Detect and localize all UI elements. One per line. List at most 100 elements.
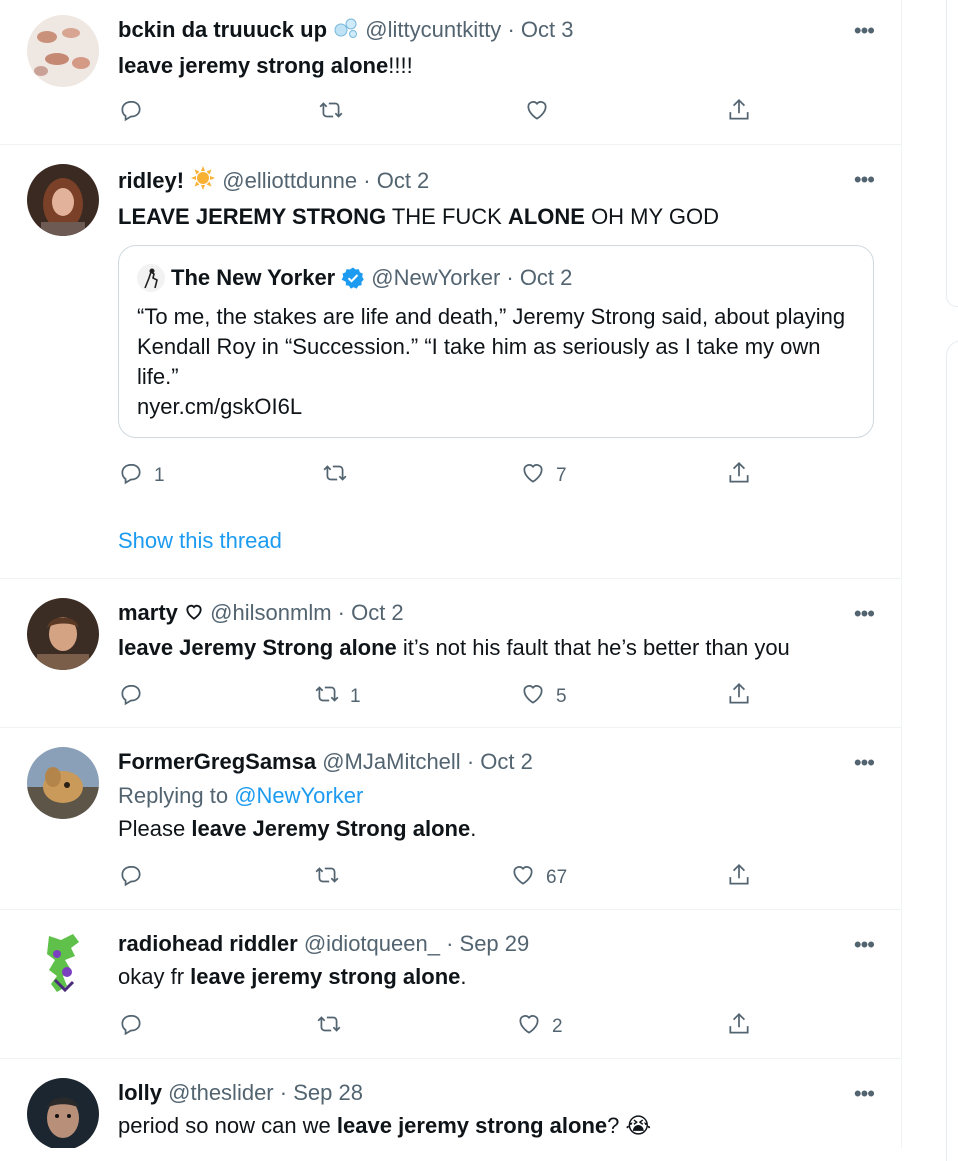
display-name[interactable]: FormerGregSamsa	[118, 749, 316, 774]
reply-count: 1	[154, 465, 165, 486]
verified-badge-icon	[341, 266, 365, 290]
avatar[interactable]	[27, 164, 99, 236]
tweet[interactable]: radiohead riddler @idiotqueen_ · Sep 29 …	[0, 910, 902, 1058]
reply-icon	[118, 460, 144, 492]
tweet[interactable]: marty @hilsonmlm · Oct 2 leave Jeremy St…	[0, 579, 902, 727]
more-options-button[interactable]: •••	[854, 18, 875, 44]
handle[interactable]: @littycuntkitty	[365, 17, 501, 42]
like-button[interactable]: 7	[520, 460, 567, 492]
more-options-button[interactable]: •••	[854, 167, 875, 193]
sidebar-card	[946, 340, 958, 1161]
timestamp[interactable]: · Oct 2	[363, 168, 429, 193]
tweet-text: Please leave Jeremy Strong alone.	[118, 816, 477, 841]
handle[interactable]: @elliottdunne	[222, 168, 357, 193]
tweet-text: okay fr leave jeremy strong alone.	[118, 964, 467, 989]
reply-button[interactable]	[118, 681, 154, 713]
quote-avatar[interactable]	[137, 264, 165, 292]
tweet-actions: 67	[118, 862, 758, 890]
sidebar-card	[946, 0, 958, 307]
retweet-icon	[322, 460, 348, 492]
quote-timestamp[interactable]: · Oct 2	[506, 264, 572, 292]
replying-to-link[interactable]: @NewYorker	[234, 783, 363, 808]
tweet-text: leave jeremy strong alone!!!!	[118, 53, 413, 78]
bubbles-emoji-icon	[333, 16, 359, 47]
like-button[interactable]: 2	[516, 1011, 563, 1043]
avatar[interactable]	[27, 1078, 99, 1148]
retweet-button[interactable]	[314, 862, 350, 894]
reply-button[interactable]: 1	[118, 460, 165, 492]
handle[interactable]: @idiotqueen_	[304, 931, 440, 956]
more-options-button[interactable]: •••	[854, 1081, 875, 1107]
retweet-icon	[318, 97, 344, 129]
reply-icon	[118, 862, 144, 894]
tweet-actions	[118, 97, 758, 125]
timestamp[interactable]: · Sep 29	[446, 931, 529, 956]
quote-link[interactable]: nyer.cm/gskOI6L	[137, 392, 847, 422]
reply-button[interactable]	[118, 862, 154, 894]
reply-icon	[118, 681, 144, 713]
like-icon	[516, 1011, 542, 1043]
tweet-actions: 2	[118, 1011, 758, 1039]
share-button[interactable]	[726, 862, 752, 894]
tweet[interactable]: bckin da truuuck up @littycuntkitty · Oc…	[0, 0, 902, 144]
handle[interactable]: @theslider	[168, 1080, 274, 1105]
quote-text: “To me, the stakes are life and death,” …	[137, 302, 847, 422]
retweet-icon	[316, 1011, 342, 1043]
like-icon	[520, 460, 546, 492]
avatar[interactable]	[27, 928, 99, 1000]
share-button[interactable]	[726, 681, 752, 713]
tweet[interactable]: lolly @theslider · Sep 28 period so now …	[0, 1059, 902, 1148]
timestamp[interactable]: · Oct 2	[467, 749, 533, 774]
like-icon	[510, 862, 536, 894]
retweet-icon	[314, 862, 340, 894]
display-name[interactable]: ridley!	[118, 168, 184, 193]
like-icon	[524, 97, 550, 129]
reply-icon	[118, 1011, 144, 1043]
sun-emoji-icon	[190, 165, 216, 198]
reply-button[interactable]	[118, 97, 154, 129]
retweet-button[interactable]	[318, 97, 354, 129]
retweet-button[interactable]	[316, 1011, 352, 1043]
timeline-feed: bckin da truuuck up @littycuntkitty · Oc…	[0, 0, 902, 1148]
display-name[interactable]: bckin da truuuck up	[118, 17, 327, 42]
share-button[interactable]	[726, 1011, 752, 1043]
tweet-text: LEAVE JEREMY STRONG THE FUCK ALONE OH MY…	[118, 204, 720, 229]
timestamp[interactable]: · Oct 3	[507, 17, 573, 42]
retweet-button[interactable]	[322, 460, 358, 492]
quote-handle[interactable]: @NewYorker	[371, 264, 500, 292]
avatar[interactable]	[27, 747, 99, 819]
more-options-button[interactable]: •••	[854, 750, 875, 776]
avatar[interactable]	[27, 15, 99, 87]
quoted-tweet[interactable]: The New Yorker @NewYorker · Oct 2 “To me…	[118, 245, 874, 438]
avatar[interactable]	[27, 598, 99, 670]
like-button[interactable]: 67	[510, 862, 567, 894]
display-name[interactable]: marty	[118, 600, 178, 625]
heart-emoji-icon	[184, 601, 204, 629]
display-name[interactable]: radiohead riddler	[118, 931, 298, 956]
reply-icon	[118, 97, 144, 129]
quote-display-name[interactable]: The New Yorker	[171, 264, 335, 292]
like-button[interactable]: 5	[520, 681, 567, 713]
handle[interactable]: @hilsonmlm	[210, 600, 331, 625]
timestamp[interactable]: · Sep 28	[280, 1080, 363, 1105]
reply-button[interactable]	[118, 1011, 154, 1043]
more-options-button[interactable]: •••	[854, 601, 875, 627]
share-icon	[726, 681, 752, 713]
more-options-button[interactable]: •••	[854, 932, 875, 958]
timestamp[interactable]: · Oct 2	[338, 600, 404, 625]
share-button[interactable]	[726, 460, 752, 492]
handle[interactable]: @MJaMitchell	[322, 749, 460, 774]
tweet[interactable]: FormerGregSamsa @MJaMitchell · Oct 2 Rep…	[0, 728, 902, 909]
display-name[interactable]: lolly	[118, 1080, 162, 1105]
tweet-actions: 1 5	[118, 681, 758, 709]
share-icon	[726, 1011, 752, 1043]
retweet-button[interactable]: 1	[314, 681, 361, 713]
share-icon	[726, 97, 752, 129]
like-icon	[520, 681, 546, 713]
like-button[interactable]	[524, 97, 560, 129]
share-button[interactable]	[726, 97, 752, 129]
show-thread-link[interactable]: Show this thread	[118, 528, 282, 554]
retweet-icon	[314, 681, 340, 713]
tweet-text: period so now can we leave jeremy strong…	[118, 1113, 652, 1138]
like-count: 67	[546, 867, 568, 888]
